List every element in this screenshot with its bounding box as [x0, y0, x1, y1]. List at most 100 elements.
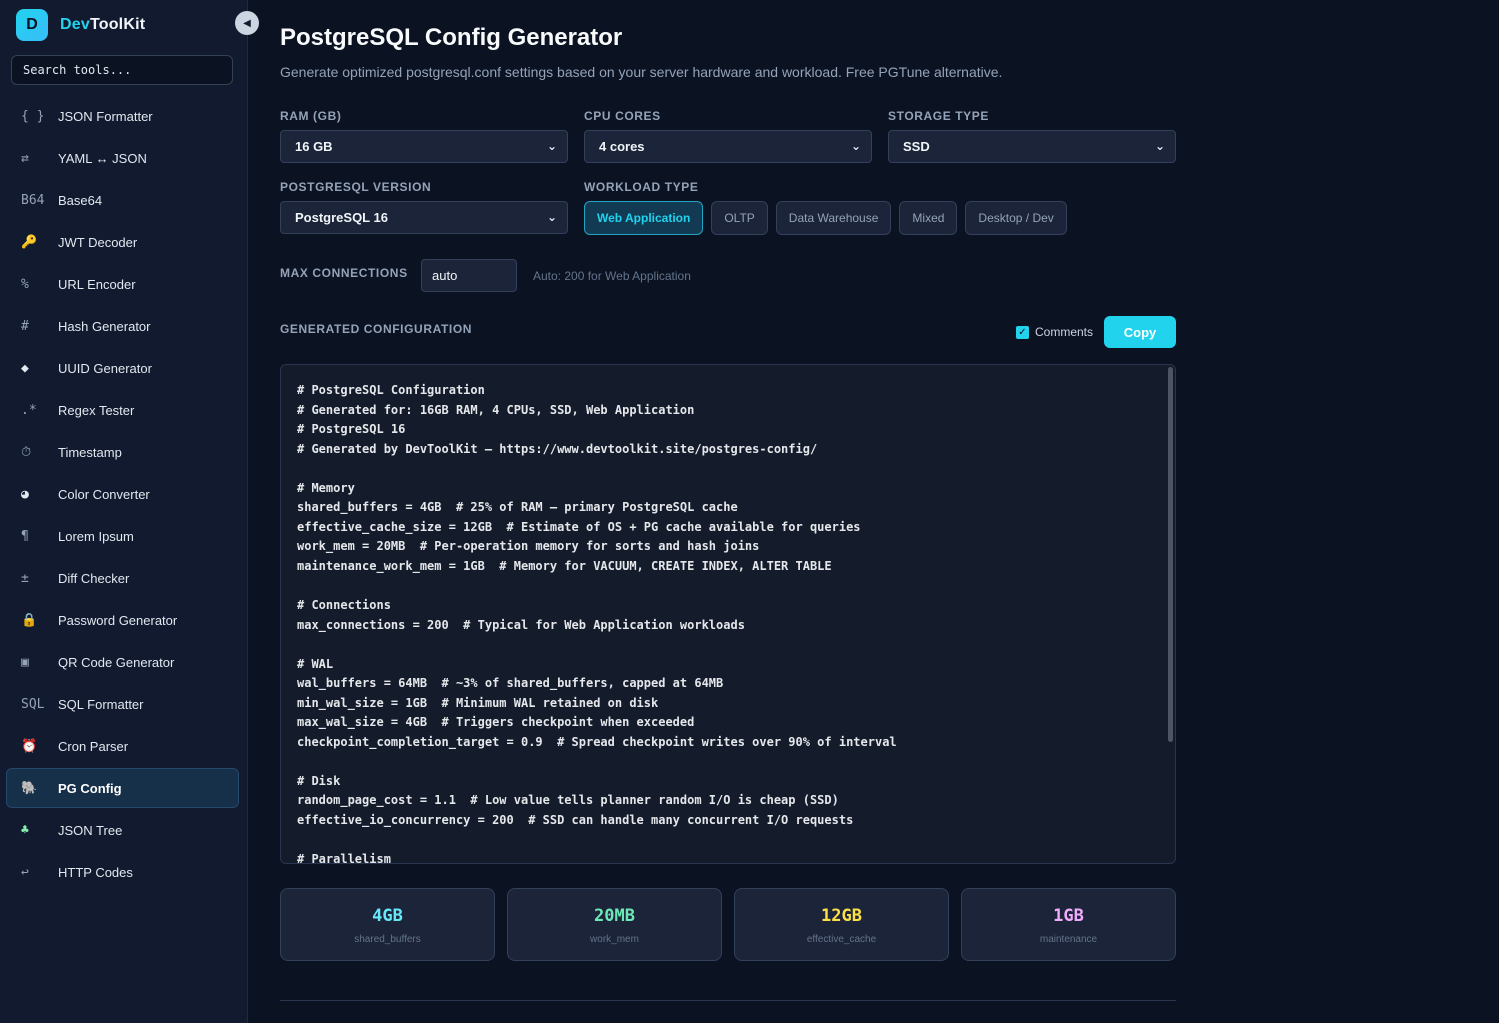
sidebar-item-sql-formatter[interactable]: SQL SQL Formatter — [6, 684, 239, 724]
cpu-label: CPU CORES — [584, 109, 661, 123]
workload-desktop-dev-button[interactable]: Desktop / Dev — [965, 201, 1067, 235]
lock-icon: 🔒 — [21, 612, 38, 628]
percent-icon: % — [21, 276, 29, 292]
sidebar-item-label: URL Encoder — [58, 276, 136, 292]
return-arrow-icon: ↩ — [21, 864, 29, 880]
key-icon: 🔑 — [21, 234, 38, 250]
pilcrow-icon: ¶ — [21, 528, 29, 544]
sidebar-item-pg-config[interactable]: 🐘 PG Config — [6, 768, 239, 808]
ram-select[interactable]: 16 GB ⌄ — [280, 130, 568, 163]
sidebar-item-uuid-generator[interactable]: ◆ UUID Generator — [6, 348, 239, 388]
brand-name: DevToolKit — [60, 15, 146, 33]
copy-button[interactable]: Copy — [1104, 316, 1176, 348]
workload-label: WORKLOAD TYPE — [584, 180, 699, 194]
collapse-arrow-icon: ◀ — [243, 17, 251, 29]
stat-label: maintenance — [1039, 934, 1098, 945]
sidebar-item-color-converter[interactable]: ◕ Color Converter — [6, 474, 239, 514]
brand-logo: D — [16, 8, 48, 41]
sidebar-item-base64[interactable]: B64 Base64 — [6, 180, 239, 220]
pg-version-select-value: PostgreSQL 16 — [295, 210, 388, 225]
sidebar-item-label: PG Config — [58, 780, 122, 796]
sidebar-item-hash-generator[interactable]: # Hash Generator — [6, 306, 239, 346]
cpu-select-value: 4 cores — [599, 139, 645, 154]
sidebar-item-json-tree[interactable]: ♣ JSON Tree — [6, 810, 239, 850]
workload-button-group: Web Application OLTP Data Warehouse Mixe… — [584, 201, 1075, 235]
collapse-sidebar-button[interactable]: ◀ — [235, 11, 259, 35]
sidebar-item-lorem-ipsum[interactable]: ¶ Lorem Ipsum — [6, 516, 239, 556]
sidebar-item-url-encoder[interactable]: % URL Encoder — [6, 264, 239, 304]
sidebar-item-diff-checker[interactable]: ± Diff Checker — [6, 558, 239, 598]
palette-icon: ◕ — [21, 486, 29, 502]
storage-select-value: SSD — [903, 139, 930, 154]
config-output[interactable]: # PostgreSQL Configuration # Generated f… — [280, 364, 1176, 864]
config-text: # PostgreSQL Configuration # Generated f… — [297, 383, 897, 864]
search-input[interactable] — [11, 55, 233, 85]
sidebar-item-json-formatter[interactable]: { } JSON Formatter — [6, 96, 239, 136]
stat-label: work_mem — [590, 934, 639, 945]
workload-web-application-button[interactable]: Web Application — [584, 201, 704, 235]
sidebar-item-label: HTTP Codes — [58, 864, 133, 880]
workload-mixed-button[interactable]: Mixed — [899, 201, 958, 235]
sidebar-item-label: Password Generator — [58, 612, 178, 628]
stat-card-maintenance: 1GB maintenance — [961, 888, 1176, 961]
sidebar-item-regex-tester[interactable]: .* Regex Tester — [6, 390, 239, 430]
plus-minus-icon: ± — [21, 570, 29, 586]
page-title: PostgreSQL Config Generator — [280, 24, 623, 51]
sidebar-item-qr-code-generator[interactable]: ▣ QR Code Generator — [6, 642, 239, 682]
sidebar-item-timestamp[interactable]: ⏱ Timestamp — [6, 432, 239, 472]
regex-icon: .* — [21, 402, 37, 418]
comments-toggle[interactable]: ✓ Comments — [1016, 325, 1093, 339]
pg-version-label: POSTGRESQL VERSION — [280, 180, 432, 194]
sidebar-item-label: UUID Generator — [58, 360, 152, 376]
stat-label: effective_cache — [806, 934, 877, 945]
chevron-down-icon: ⌄ — [850, 139, 861, 153]
brand[interactable]: D DevToolKit — [16, 8, 145, 41]
max-connections-input[interactable] — [421, 259, 517, 292]
sidebar-item-jwt-decoder[interactable]: 🔑 JWT Decoder — [6, 222, 239, 262]
scrollbar-thumb[interactable] — [1168, 367, 1173, 742]
sidebar-item-label: QR Code Generator — [58, 654, 175, 670]
page-subtitle: Generate optimized postgresql.conf setti… — [280, 64, 1003, 80]
divider — [280, 1000, 1176, 1001]
base64-icon: B64 — [21, 192, 45, 208]
workload-oltp-button[interactable]: OLTP — [711, 201, 768, 235]
stat-card-work-mem: 20MB work_mem — [507, 888, 722, 961]
ram-select-value: 16 GB — [295, 139, 333, 154]
max-connections-label: MAX CONNECTIONS — [280, 266, 408, 280]
comments-label: Comments — [1035, 325, 1094, 339]
qr-code-icon: ▣ — [21, 654, 29, 670]
sql-icon: SQL — [21, 696, 45, 712]
cpu-select[interactable]: 4 cores ⌄ — [584, 130, 872, 163]
stat-label: shared_buffers — [354, 934, 421, 945]
stat-value: 20MB — [594, 906, 635, 926]
scrollbar[interactable] — [1168, 367, 1173, 857]
sidebar-item-label: Regex Tester — [58, 402, 135, 418]
diamond-icon: ◆ — [21, 360, 29, 376]
sidebar-item-label: JSON Formatter — [58, 108, 153, 124]
braces-icon: { } — [21, 108, 45, 124]
sidebar-item-cron-parser[interactable]: ⏰ Cron Parser — [6, 726, 239, 766]
sidebar-item-http-codes[interactable]: ↩ HTTP Codes — [6, 852, 239, 892]
tree-icon: ♣ — [21, 822, 29, 838]
sidebar-item-label: Lorem Ipsum — [58, 528, 134, 544]
sidebar-item-yaml-json[interactable]: ⇄ YAML ↔ JSON — [6, 138, 239, 178]
comments-checkbox[interactable]: ✓ — [1016, 325, 1029, 339]
sidebar-item-label: Base64 — [58, 192, 103, 208]
sidebar-item-label: YAML ↔ JSON — [58, 150, 147, 166]
workload-data-warehouse-button[interactable]: Data Warehouse — [775, 201, 892, 235]
sidebar-item-label: Diff Checker — [58, 570, 130, 586]
sidebar: D DevToolKit { } JSON Formatter ⇄ YAML ↔ J… — [0, 0, 248, 1023]
stat-value: 1GB — [1053, 906, 1084, 926]
sidebar-item-password-generator[interactable]: 🔒 Password Generator — [6, 600, 239, 640]
swap-arrows-icon: ⇄ — [21, 150, 29, 166]
chevron-down-icon: ⌄ — [546, 139, 557, 153]
sidebar-item-label: Hash Generator — [58, 318, 151, 334]
storage-select[interactable]: SSD ⌄ — [888, 130, 1176, 163]
stat-value: 4GB — [372, 906, 403, 926]
chevron-down-icon: ⌄ — [546, 210, 557, 224]
sidebar-item-label: Cron Parser — [58, 738, 129, 754]
sidebar-item-label: Timestamp — [58, 444, 122, 460]
stat-value: 12GB — [821, 906, 862, 926]
stat-card-effective-cache: 12GB effective_cache — [734, 888, 949, 961]
pg-version-select[interactable]: PostgreSQL 16 ⌄ — [280, 201, 568, 234]
